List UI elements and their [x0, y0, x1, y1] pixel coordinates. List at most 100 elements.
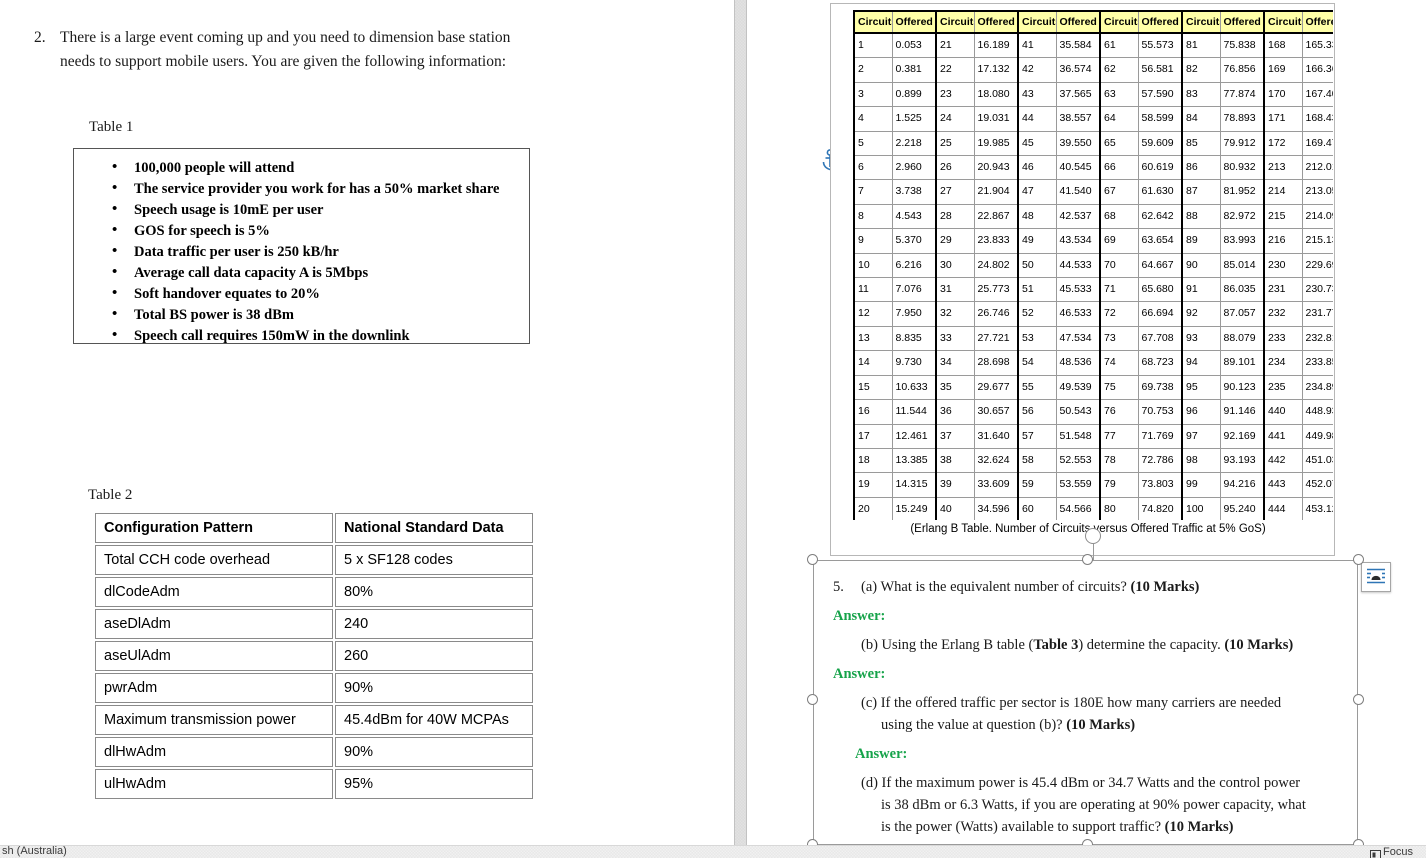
table-cell: 89.101 [1219, 350, 1265, 376]
table-cell: 2 [853, 57, 893, 83]
table-cell: 214.09 [1301, 203, 1333, 230]
table-cell: 11 [853, 277, 893, 303]
table-cell: 72 [1099, 301, 1139, 327]
table-cell: 28 [935, 203, 975, 230]
table-cell: 13 [853, 325, 893, 352]
table-cell: 48.536 [1055, 350, 1101, 376]
table-cell: 45.533 [1055, 277, 1101, 303]
table-cell: 81.952 [1219, 179, 1265, 205]
table-cell: 10 [853, 252, 893, 279]
table-row: dlCodeAdm 80% [95, 577, 533, 607]
question5-textbox[interactable]: 5. (a) What is the equivalent number of … [807, 528, 1364, 858]
table-cell: 74 [1099, 350, 1139, 376]
table-row: 17 12.461 37 31.640 57 51.548 77 71.769 97 92.169… [853, 423, 1333, 449]
erlang-table-picture-frame[interactable]: CircuitsOfferedCircuitsOfferedCircuitsOf… [830, 3, 1335, 556]
question5-content[interactable]: 5. (a) What is the equivalent number of … [813, 560, 1358, 858]
list-item: Speech call requires 150mW in the downli… [108, 325, 529, 347]
question-2-block: 2. There is a large event coming up and … [34, 26, 534, 74]
table-cell: 36.574 [1055, 57, 1101, 83]
table-cell: 240 [335, 609, 533, 639]
table-cell: 90% [335, 673, 533, 703]
table-cell: 13.385 [891, 447, 937, 474]
table-cell: 1 [853, 32, 893, 59]
table-row: pwrAdm 90% [95, 673, 533, 703]
focus-mode-icon[interactable] [1370, 847, 1381, 858]
table-cell: 24.802 [973, 252, 1019, 279]
status-language[interactable]: sh (Australia) [2, 845, 67, 857]
answer-label-b: Answer: [833, 666, 886, 682]
table-cell: 17.132 [973, 57, 1019, 83]
table-cell: 18 [853, 447, 893, 474]
table-cell: 232 [1263, 301, 1303, 327]
table-cell: 92.169 [1219, 423, 1265, 449]
page-gap-divider [735, 0, 746, 858]
table-cell: 22.867 [973, 203, 1019, 230]
table-row: aseDlAdm 240 [95, 609, 533, 639]
table-row: 19 14.315 39 33.609 59 53.559 79 73.803 99 94.216… [853, 472, 1333, 498]
table-cell: 46 [1017, 155, 1057, 181]
table-row: 5 2.218 25 19.985 45 39.550 65 59.609 85 79.912 17… [853, 130, 1333, 157]
table-cell: 19.985 [973, 130, 1019, 157]
table-cell: 213.05 [1301, 179, 1333, 205]
table-cell: 32 [935, 301, 975, 327]
table-cell: 5.370 [891, 228, 937, 254]
table-cell: 38.557 [1055, 106, 1101, 132]
table-cell: 49 [1017, 228, 1057, 254]
table-cell: 59.609 [1137, 130, 1183, 157]
table-row: 20 15.249 40 34.596 60 54.566 80 74.820 100 95.24… [853, 496, 1333, 520]
table-cell: 62.642 [1137, 203, 1183, 230]
column-header: Circuits [853, 10, 893, 34]
table-row: 13 8.835 33 27.721 53 47.534 73 67.708 93 88.079 2… [853, 325, 1333, 352]
left-page: 2. There is a large event coming up and … [0, 0, 735, 858]
table-cell: 36 [935, 399, 975, 425]
table-row: 15 10.633 35 29.677 55 49.539 75 69.738 95 90.123… [853, 374, 1333, 401]
table-cell: 260 [335, 641, 533, 671]
table-cell: 451.03 [1301, 447, 1333, 474]
table-row: 2 0.381 22 17.132 42 36.574 62 56.581 82 76.856 16… [853, 57, 1333, 83]
table-cell: 9 [853, 228, 893, 254]
table-row: Configuration Pattern National Standard … [95, 513, 533, 543]
table-row: 7 3.738 27 21.904 47 41.540 67 61.630 87 81.952 21… [853, 179, 1333, 205]
table-cell: 87.057 [1219, 301, 1265, 327]
table-cell: 34 [935, 350, 975, 376]
column-header: Offered [891, 10, 937, 34]
column-header: Circuits [1017, 10, 1057, 34]
table-cell: 69.738 [1137, 374, 1183, 401]
table-cell: 89 [1181, 228, 1221, 254]
table-cell: 80% [335, 577, 533, 607]
table-row: 18 13.385 38 32.624 58 52.553 78 72.786 98 93.193… [853, 447, 1333, 474]
table-cell: 43.534 [1055, 228, 1101, 254]
table-cell: 57 [1017, 423, 1057, 449]
table-cell: 21.904 [973, 179, 1019, 205]
column-header: Offered [1301, 10, 1333, 34]
table-cell: 234.89 [1301, 374, 1333, 401]
status-focus[interactable]: Focus [1383, 846, 1413, 858]
question-5a: 5. (a) What is the equivalent number of … [833, 576, 1340, 598]
table-cell: 215 [1263, 203, 1303, 230]
table-cell: 82.972 [1219, 203, 1265, 230]
table-cell: 5 x SF128 codes [335, 545, 533, 575]
column-header: Configuration Pattern [95, 513, 333, 543]
table-cell: 59 [1017, 472, 1057, 498]
table-cell: 73.803 [1137, 472, 1183, 498]
table-cell: aseUlAdm [95, 641, 333, 671]
table-cell: 0.053 [891, 32, 937, 59]
layout-options-button[interactable] [1361, 562, 1391, 592]
table-cell: 20 [853, 496, 893, 520]
table-cell: 3.738 [891, 179, 937, 205]
table-cell: 230.73 [1301, 277, 1333, 303]
table-cell: 64 [1099, 106, 1139, 132]
table-cell: 94.216 [1219, 472, 1265, 498]
status-bar [0, 845, 1426, 858]
table-cell: 30.657 [973, 399, 1019, 425]
document-canvas: 2. There is a large event coming up and … [0, 0, 1426, 858]
table-cell: 50.543 [1055, 399, 1101, 425]
table-cell: 37.565 [1055, 81, 1101, 108]
column-header: Offered [1137, 10, 1183, 34]
table-row: 9 5.370 29 23.833 49 43.534 69 63.654 89 83.993 21… [853, 228, 1333, 254]
table-cell: 99 [1181, 472, 1221, 498]
table-cell: 172 [1263, 130, 1303, 157]
table-cell: 40 [935, 496, 975, 520]
rotate-handle[interactable] [1085, 528, 1101, 544]
question-2-number: 2. [34, 29, 46, 46]
